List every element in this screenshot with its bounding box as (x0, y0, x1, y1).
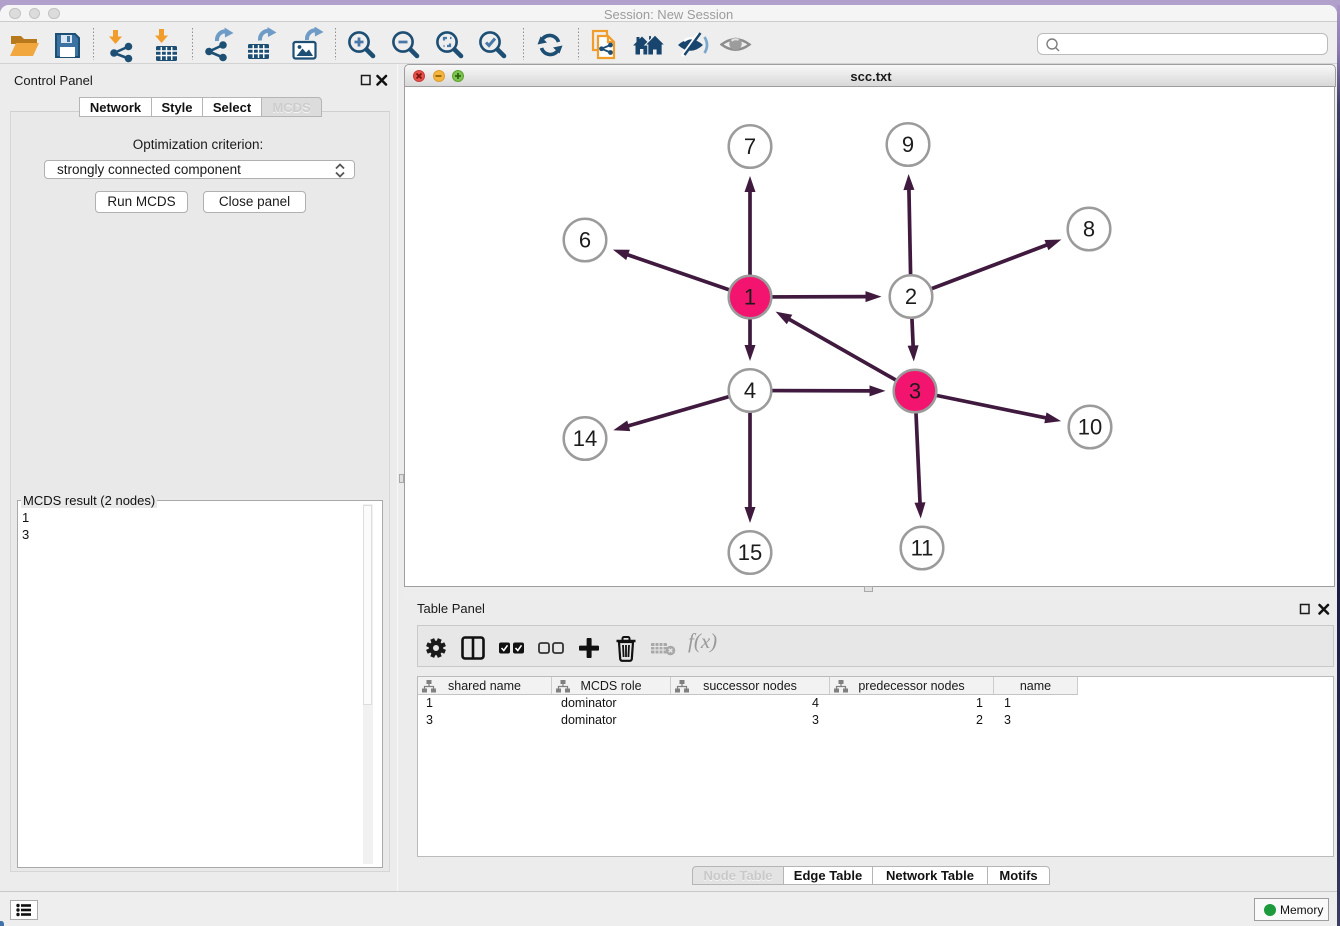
svg-text:4: 4 (744, 378, 756, 403)
svg-text:9: 9 (902, 132, 914, 157)
svg-text:14: 14 (573, 426, 597, 451)
svg-text:3: 3 (909, 379, 921, 404)
svg-text:7: 7 (744, 134, 756, 159)
svg-text:15: 15 (738, 540, 762, 565)
svg-text:1: 1 (744, 285, 756, 310)
svg-text:2: 2 (905, 284, 917, 309)
svg-text:10: 10 (1078, 415, 1102, 440)
svg-text:6: 6 (579, 228, 591, 253)
svg-text:11: 11 (911, 536, 934, 561)
svg-text:8: 8 (1083, 217, 1095, 242)
